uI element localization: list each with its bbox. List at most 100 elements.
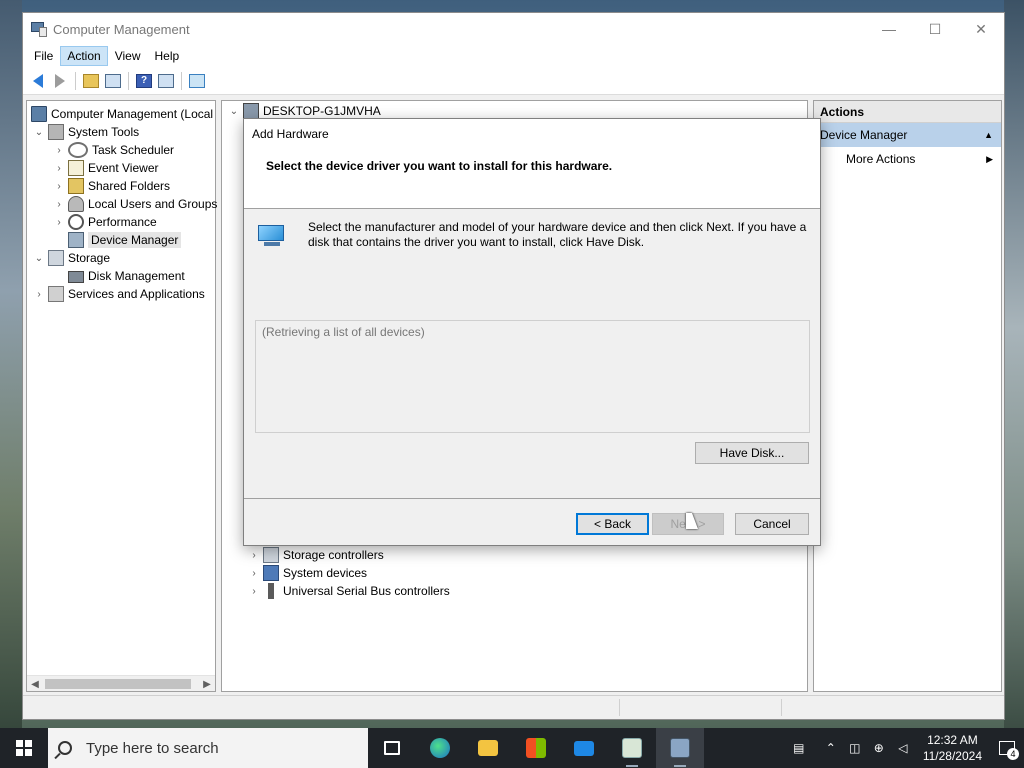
chevron-right-icon[interactable]: › [248, 549, 260, 561]
maximize-button[interactable]: ☐ [912, 13, 958, 45]
chevron-right-icon[interactable]: › [53, 216, 65, 228]
folder-up-icon [83, 73, 99, 88]
computer-icon [243, 103, 259, 119]
services-icon [48, 286, 64, 302]
mail-taskbar-button[interactable] [560, 728, 608, 768]
back-button[interactable] [27, 70, 49, 92]
horizontal-scrollbar[interactable]: ◀ ▶ [27, 675, 215, 691]
control-panel-taskbar-button[interactable] [608, 728, 656, 768]
task-view-button[interactable] [368, 728, 416, 768]
control-panel-icon [622, 738, 642, 758]
device-list-status: (Retrieving a list of all devices) [262, 325, 425, 339]
scroll-left-icon[interactable]: ◀ [27, 676, 43, 692]
desktop-background-left [0, 0, 22, 728]
show-hide-tree-button[interactable] [102, 70, 124, 92]
title-bar[interactable]: Computer Management — ☐ ✕ [23, 13, 1004, 45]
computer-management-icon [31, 21, 47, 37]
tree-label: Storage [68, 251, 111, 265]
meet-now-icon[interactable]: ◫ [843, 728, 867, 768]
chevron-down-icon[interactable]: ⌄ [33, 252, 45, 264]
menu-action[interactable]: Action [60, 46, 108, 66]
file-explorer-taskbar-button[interactable] [464, 728, 512, 768]
device-category-storage-controllers[interactable]: › Storage controllers [248, 546, 384, 564]
tree-label: Local Users and Groups [88, 197, 218, 211]
computer-name: DESKTOP-G1JMVHA [263, 104, 381, 118]
chevron-right-icon[interactable]: › [248, 585, 260, 597]
show-hide-action-pane-button[interactable] [155, 70, 177, 92]
search-icon [58, 741, 72, 755]
tree-item-task-scheduler[interactable]: › Task Scheduler [53, 141, 174, 159]
up-one-level-button[interactable] [80, 70, 102, 92]
chevron-right-icon[interactable]: › [53, 180, 65, 192]
monitor-button[interactable] [186, 70, 208, 92]
tree-item-local-users[interactable]: › Local Users and Groups [53, 195, 217, 213]
chevron-down-icon[interactable]: ⌄ [33, 126, 45, 138]
menu-view[interactable]: View [108, 46, 148, 66]
tree-item-device-manager[interactable]: Device Manager [68, 231, 182, 249]
add-hardware-dialog: Add Hardware Select the device driver yo… [243, 118, 821, 546]
tree-item-computer-management[interactable]: Computer Management (Local [31, 105, 213, 123]
device-category-usb[interactable]: › Universal Serial Bus controllers [248, 582, 450, 600]
more-actions-item[interactable]: More Actions ▶ [814, 147, 1001, 171]
device-category-system-devices[interactable]: › System devices [248, 564, 367, 582]
tree-item-disk-management[interactable]: Disk Management [68, 267, 185, 285]
toolbar-separator [128, 71, 129, 90]
forward-button[interactable] [49, 70, 71, 92]
scrollbar-thumb[interactable] [45, 679, 191, 689]
clock-icon [68, 142, 88, 158]
usb-icon [268, 583, 274, 599]
volume-muted-icon[interactable]: ◁ [891, 728, 915, 768]
tree-item-storage[interactable]: ⌄ Storage [33, 249, 110, 267]
chevron-down-icon[interactable]: ⌄ [228, 105, 240, 117]
chevron-right-icon[interactable]: › [33, 288, 45, 300]
toolbar: ? [23, 67, 1004, 95]
have-disk-button[interactable]: Have Disk... [695, 442, 809, 464]
status-divider [619, 699, 620, 716]
mouse-cursor-icon [686, 513, 698, 529]
collapse-caret-icon[interactable]: ▲ [984, 123, 993, 147]
tree-item-event-viewer[interactable]: › Event Viewer [53, 159, 158, 177]
chevron-right-icon[interactable]: › [53, 198, 65, 210]
chevron-up-icon[interactable]: ⌃ [819, 728, 843, 768]
forward-arrow-icon [55, 73, 65, 88]
scroll-right-icon[interactable]: ▶ [199, 676, 215, 692]
taskbar-clock[interactable]: 12:32 AM 11/28/2024 [915, 732, 990, 764]
system-devices-icon [263, 565, 279, 581]
network-icon[interactable]: ⊕ [867, 728, 891, 768]
tree-label-selected: Device Manager [88, 232, 182, 248]
device-list[interactable]: (Retrieving a list of all devices) [255, 320, 810, 433]
computer-management-taskbar-button[interactable] [656, 728, 704, 768]
tree-label: Shared Folders [88, 179, 171, 193]
menu-help[interactable]: Help [148, 46, 187, 66]
tree-label: Performance [88, 215, 157, 229]
cancel-button[interactable]: Cancel [735, 513, 809, 535]
window-title: Computer Management [53, 21, 190, 37]
back-button[interactable]: < Back [576, 513, 649, 535]
actions-section-device-manager[interactable]: Device Manager ▲ [814, 123, 1001, 147]
close-button[interactable]: ✕ [958, 13, 1004, 45]
status-bar [23, 695, 1004, 719]
menu-file[interactable]: File [27, 46, 60, 66]
dialog-footer-divider [244, 498, 820, 499]
tree-item-system-tools[interactable]: ⌄ System Tools [33, 123, 139, 141]
start-button[interactable] [0, 728, 48, 768]
news-widget-icon[interactable]: ▤ [779, 728, 819, 768]
tree-item-shared-folders[interactable]: › Shared Folders [53, 177, 170, 195]
edge-taskbar-button[interactable] [416, 728, 464, 768]
chevron-right-icon[interactable]: › [53, 144, 65, 156]
chevron-right-icon[interactable]: › [248, 567, 260, 579]
more-actions-label: More Actions [846, 152, 916, 166]
chevron-right-icon[interactable]: › [53, 162, 65, 174]
tree-label: Event Viewer [88, 161, 159, 175]
tree-label: System Tools [68, 125, 140, 139]
tree-item-services-applications[interactable]: › Services and Applications [33, 285, 205, 303]
store-taskbar-button[interactable] [512, 728, 560, 768]
notification-center-button[interactable]: 4 [990, 728, 1024, 768]
minimize-button[interactable]: — [866, 13, 912, 45]
tree-item-performance[interactable]: › Performance [53, 213, 157, 231]
console-tree-icon [105, 73, 121, 88]
notification-count: 4 [1007, 748, 1019, 760]
submenu-arrow-icon: ▶ [986, 154, 993, 164]
taskbar-search-box[interactable]: Type here to search [48, 728, 368, 768]
help-button[interactable]: ? [133, 70, 155, 92]
